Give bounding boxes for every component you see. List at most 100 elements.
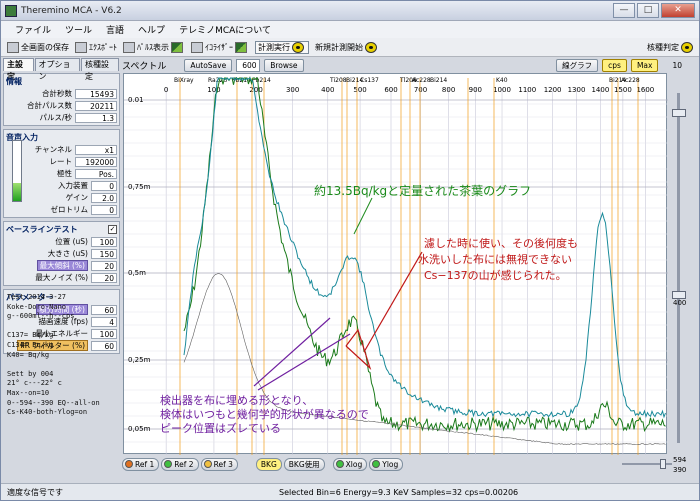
input-device-field[interactable]: 0 bbox=[91, 180, 117, 191]
max-slope-button[interactable]: 最大傾斜 (%) bbox=[36, 260, 88, 271]
menu-file[interactable]: ファイル bbox=[15, 23, 51, 36]
baseline-test-checkbox[interactable]: ✓ bbox=[108, 225, 117, 234]
bkg-use-button[interactable]: BKG使用 bbox=[283, 457, 325, 471]
tab-options[interactable]: オプション bbox=[34, 58, 80, 81]
title-bar: Theremino MCA - V6.2 — □ ✕ bbox=[1, 1, 699, 21]
line-graph-button[interactable]: 線グラフ bbox=[556, 58, 599, 72]
pointer-line-detector-2 bbox=[257, 333, 351, 391]
autosave-interval-field[interactable]: 600 bbox=[236, 58, 261, 72]
spectrum-chart[interactable]: 0 100 200 300 400 500 600 700 800 900 1000 1100 1200… bbox=[123, 73, 668, 455]
gain-field[interactable]: 2.0 bbox=[91, 192, 117, 203]
ref3-label: Ref 3 bbox=[213, 459, 233, 469]
rate-select[interactable]: 192000 bbox=[75, 156, 117, 167]
zero-trim-field[interactable]: 0 bbox=[91, 204, 117, 215]
note-line: C137= Bq/kg bbox=[7, 331, 54, 340]
x-tick-label: 500 bbox=[353, 86, 366, 94]
pulses-per-second-label: パルス/秒 bbox=[39, 113, 72, 122]
channel-select[interactable]: x1 bbox=[75, 144, 117, 155]
total-seconds-value: 15493 bbox=[75, 88, 117, 99]
toolbar: 全画面の保存 ｴｸｽﾎﾟｰﾄ ﾊﾟﾙｽ表示 ｲｺﾗｲｻﾞｰ 計測実行 新規計測開… bbox=[1, 38, 699, 57]
menu-about[interactable]: テレミノMCAについて bbox=[179, 23, 271, 36]
x-tick-label: 600 bbox=[384, 86, 397, 94]
minimize-button[interactable]: — bbox=[613, 3, 635, 18]
selection-info: Selected Bin=6 Energy=9.3 KeV Samples=32… bbox=[279, 487, 519, 497]
polarity-select[interactable]: Pos. bbox=[75, 168, 117, 179]
ref3-button[interactable]: Ref 3 bbox=[200, 457, 238, 471]
note-line: C134= Bq/kg bbox=[7, 340, 54, 349]
nuclide-id-button[interactable]: 核種判定 bbox=[647, 41, 695, 53]
baseline-test-group: ベースラインテスト ✓ 位置 (uS) 100 大きさ (uS) 150 最大傾斜 (… bbox=[3, 221, 120, 286]
nuclide-id-label: 核種判定 bbox=[647, 42, 679, 52]
cloth-annotation-line2: 水洗いした布には無視できない bbox=[418, 253, 572, 266]
xlog-button[interactable]: Xlog bbox=[332, 457, 368, 471]
nuclide-label: Ti208 bbox=[329, 77, 347, 84]
total-seconds-label: 合計秒数 bbox=[42, 89, 72, 98]
status-bar: 適度な信号です Selected Bin=6 Energy=9.3 KeV Sa… bbox=[1, 483, 699, 500]
position-field[interactable]: 100 bbox=[91, 236, 117, 247]
autosave-button[interactable]: AutoSave bbox=[184, 58, 233, 72]
save-screen-button[interactable]: 全画面の保存 bbox=[7, 41, 69, 53]
value-594: 594 bbox=[673, 456, 687, 464]
equalizer-button[interactable]: ｲｺﾗｲｻﾞｰ bbox=[191, 41, 249, 53]
menu-bar: ファイル ツール 言語 ヘルプ テレミノMCAについて bbox=[1, 21, 699, 38]
export-icon bbox=[75, 41, 87, 53]
new-measure-button[interactable]: 新規計測開始 bbox=[315, 41, 379, 53]
menu-tools[interactable]: ツール bbox=[65, 23, 92, 36]
max-noise-field[interactable]: 20 bbox=[91, 272, 117, 283]
vertical-scale-slider[interactable]: 400 bbox=[669, 73, 691, 454]
input-level-meter bbox=[12, 140, 22, 202]
save-screen-label: 全画面の保存 bbox=[21, 42, 69, 52]
pulses-per-second-value: 1.3 bbox=[75, 112, 117, 123]
save-icon bbox=[7, 41, 19, 53]
nuclide-label: Ac228 bbox=[621, 77, 640, 84]
measure-button[interactable]: 計測実行 bbox=[255, 40, 309, 54]
radiation-icon bbox=[292, 41, 304, 53]
measure-label: 計測実行 bbox=[258, 42, 290, 52]
ref1-label: Ref 1 bbox=[135, 459, 155, 469]
max-button[interactable]: Max bbox=[630, 58, 659, 72]
pulse-display-label: ﾊﾟﾙｽ表示 bbox=[137, 42, 169, 52]
max-slope-field[interactable]: 20 bbox=[91, 260, 117, 271]
ylog-button[interactable]: Ylog bbox=[369, 457, 404, 471]
tab-nuclide-settings[interactable]: 核種設定 bbox=[81, 58, 119, 81]
graph-icon bbox=[235, 41, 247, 53]
menu-help[interactable]: ヘルプ bbox=[138, 23, 165, 36]
cloth-annotation-line3: Cs−137の山が感じられた。 bbox=[424, 269, 567, 282]
close-button[interactable]: ✕ bbox=[661, 3, 695, 18]
slider-thumb-top[interactable] bbox=[672, 109, 686, 117]
info-title: 情報 bbox=[6, 77, 22, 86]
baseline-test-title: ベースラインテスト bbox=[6, 225, 78, 234]
bkg-button[interactable]: BKG bbox=[255, 457, 282, 471]
export-label: ｴｸｽﾎﾟｰﾄ bbox=[89, 42, 117, 52]
x-tick-label: 1200 bbox=[544, 86, 562, 94]
radiation-icon bbox=[681, 41, 693, 53]
x-tick-label: 1300 bbox=[568, 86, 586, 94]
size-field[interactable]: 150 bbox=[91, 248, 117, 259]
menu-language[interactable]: 言語 bbox=[106, 23, 124, 36]
position-label: 位置 (uS) bbox=[55, 237, 88, 246]
ref1-button[interactable]: Ref 1 bbox=[122, 457, 160, 471]
cps-button[interactable]: cps bbox=[602, 58, 627, 72]
x-tick-label: 100 bbox=[207, 86, 220, 94]
scale-top-value: 10 bbox=[672, 60, 682, 70]
ylog-indicator-icon bbox=[372, 460, 381, 468]
note-line: Cs-K40-both-Ylog=on bbox=[7, 408, 88, 417]
x-tick-label: 1400 bbox=[591, 86, 609, 94]
notes-text[interactable]: Test-2014-3-27 Koke-Doro-Nano g--600ml--h-… bbox=[7, 293, 119, 418]
slider-thumb-mid[interactable] bbox=[672, 291, 686, 299]
ref2-button[interactable]: Ref 2 bbox=[161, 457, 199, 471]
app-icon bbox=[5, 4, 17, 17]
note-line: Sett by 004 bbox=[7, 369, 54, 378]
y-tick-label: 0,5m bbox=[128, 269, 146, 277]
maximize-button[interactable]: □ bbox=[637, 3, 659, 18]
note-line: 21° c---22° c bbox=[7, 379, 62, 388]
ref2-indicator-icon bbox=[164, 460, 173, 468]
ref2-label: Ref 2 bbox=[174, 459, 194, 469]
horizontal-slider[interactable] bbox=[622, 458, 672, 470]
pulse-display-button[interactable]: ﾊﾟﾙｽ表示 bbox=[123, 41, 185, 53]
browse-button[interactable]: Browse bbox=[264, 58, 304, 72]
tab-main-settings[interactable]: 主設定 bbox=[3, 58, 34, 81]
hslider-thumb[interactable] bbox=[660, 459, 666, 469]
xlog-label: Xlog bbox=[345, 459, 363, 469]
export-button[interactable]: ｴｸｽﾎﾟｰﾄ bbox=[75, 41, 117, 53]
